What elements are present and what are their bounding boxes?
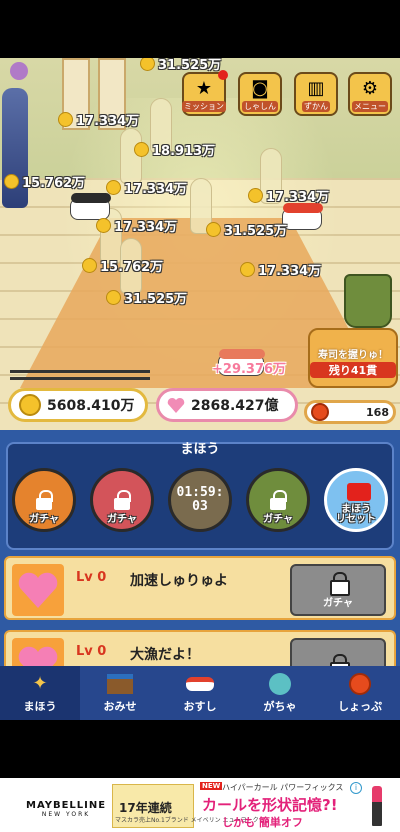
lock-icon: [36, 490, 53, 510]
sushi-icon: [186, 673, 214, 695]
coin-drop[interactable]: 17.334万: [96, 216, 177, 235]
camera-icon: ◙: [251, 77, 269, 99]
status-bar-area: [0, 0, 400, 58]
heart-icon: [18, 646, 58, 666]
lock-icon: [330, 571, 350, 596]
black-spacer: [0, 720, 400, 778]
coin-icon: [58, 112, 73, 127]
magic-slot-2[interactable]: ガチャ: [90, 468, 154, 532]
new-tag: NEW: [200, 782, 223, 790]
card-name: 大漁だよ！: [130, 647, 200, 663]
encyclopedia-button[interactable]: ▥ ずかん: [294, 72, 338, 116]
card-level: Lv 0: [76, 644, 107, 659]
coin-counter: 5608.410万: [8, 388, 148, 422]
orb-icon: [311, 403, 329, 421]
tv-icon: [347, 483, 371, 501]
coin-icon: [240, 262, 255, 277]
tab-sushi[interactable]: おすし: [160, 666, 240, 720]
coin-icon: [140, 58, 155, 71]
chopsticks: [10, 370, 150, 380]
magic-panel: まほう ガチャ ガチャ 01:59: 03 ガチャ まほう リセット Lv 0 …: [0, 430, 400, 666]
remaining-pieces: 残り41貫: [310, 362, 396, 378]
ad-copy: NEW ハイパーカール パワーフィックス カールを形状記憶?! しかも 簡単オフ: [200, 782, 344, 829]
ad-brand: MAYBELLINE NEW YORK: [26, 800, 107, 818]
ad-info-icon[interactable]: i: [350, 782, 362, 794]
coin-icon: [134, 142, 149, 157]
magic-card: Lv 0 加速しゅりゅよ ガチャ: [4, 556, 396, 620]
coin-icon: [106, 290, 121, 305]
card-name: 加速しゅりゅよ: [130, 573, 228, 589]
bottom-tab-bar: ✦ まほう おみせ おすし がちゃ しょっぷ: [0, 666, 400, 720]
flower-icon: [10, 62, 28, 80]
notification-dot: [218, 70, 228, 80]
ad-promo: 17年連続 マスカラ売上No.1ブランド メイベリン ニューヨーク: [112, 784, 259, 828]
card-gacha-button[interactable]: [290, 638, 386, 666]
photo-button[interactable]: ◙ しゃしん: [238, 72, 282, 116]
tea-bowl: [344, 274, 392, 328]
coin-icon: [106, 180, 121, 195]
magic-reset-button[interactable]: まほう リセット: [324, 468, 388, 532]
coin-icon: [206, 222, 221, 237]
tab-shop[interactable]: おみせ: [80, 666, 160, 720]
coin-drop[interactable]: 17.334万: [240, 260, 321, 279]
coin-drop[interactable]: 17.334万: [58, 110, 139, 129]
tab-store[interactable]: しょっぷ: [320, 666, 400, 720]
ad-banner[interactable]: MAYBELLINE NEW YORK 17年連続 マスカラ売上No.1ブランド …: [0, 778, 400, 832]
coin-icon: [19, 394, 41, 416]
mission-button[interactable]: ★ ミッション: [182, 70, 228, 116]
coin-drop[interactable]: 17.334万: [248, 186, 329, 205]
mascara-icon: [372, 786, 382, 826]
lock-icon: [270, 490, 287, 510]
sparkle-icon: ✦: [32, 673, 48, 694]
card-gacha-button[interactable]: ガチャ: [290, 564, 386, 616]
magic-slot-1[interactable]: ガチャ: [12, 468, 76, 532]
coin-icon: [248, 188, 263, 203]
cooldown-timer: 01:59: 03: [176, 485, 224, 514]
menu-button[interactable]: ⚙ メニュー: [348, 72, 392, 116]
capsule-icon: [266, 672, 294, 695]
coin-drop[interactable]: 15.762万: [4, 172, 85, 191]
heart-icon: [18, 572, 58, 608]
coin-drop[interactable]: 18.913万: [134, 140, 215, 159]
coin-icon: [4, 174, 19, 189]
orb-icon: [346, 672, 374, 695]
coin-drop[interactable]: 17.334万: [106, 178, 187, 197]
medal-icon: ★: [195, 77, 213, 99]
card-icon: [12, 638, 64, 666]
magic-slot-4[interactable]: ガチャ: [246, 468, 310, 532]
tab-magic[interactable]: ✦ まほう: [0, 666, 80, 720]
magic-slot-timer[interactable]: 01:59: 03: [168, 468, 232, 532]
magic-title: まほう: [180, 442, 220, 457]
lock-icon: [114, 490, 131, 510]
book-icon: ▥: [307, 77, 325, 99]
coin-icon: [96, 218, 111, 233]
tab-gacha[interactable]: がちゃ: [240, 666, 320, 720]
heart-icon: [167, 397, 185, 413]
magic-card: Lv 0 大漁だよ！: [4, 630, 396, 666]
heart-counter: 2868.427億: [156, 388, 298, 422]
coin-drop[interactable]: 31.525万: [206, 220, 287, 239]
game-scene[interactable]: 31.525万 17.334万 18.913万 15.762万 17.334万 …: [0, 58, 400, 430]
card-icon: [12, 564, 64, 616]
coin-drop[interactable]: 31.525万: [106, 288, 187, 307]
gear-icon: ⚙: [361, 77, 379, 99]
sushi-character[interactable]: [282, 203, 323, 230]
lock-icon: [330, 654, 350, 666]
coin-drop[interactable]: 31.525万: [140, 58, 221, 73]
shop-icon: [106, 673, 134, 695]
card-level: Lv 0: [76, 570, 107, 585]
orb-counter: 168: [304, 400, 396, 424]
rice-tub-caption: 寿司を握りゅ！: [318, 350, 388, 361]
coin-drop[interactable]: 15.762万: [82, 256, 163, 275]
coin-icon: [82, 258, 97, 273]
gain-popup: +29.376万: [212, 362, 287, 377]
sushi-topping: [71, 193, 111, 203]
